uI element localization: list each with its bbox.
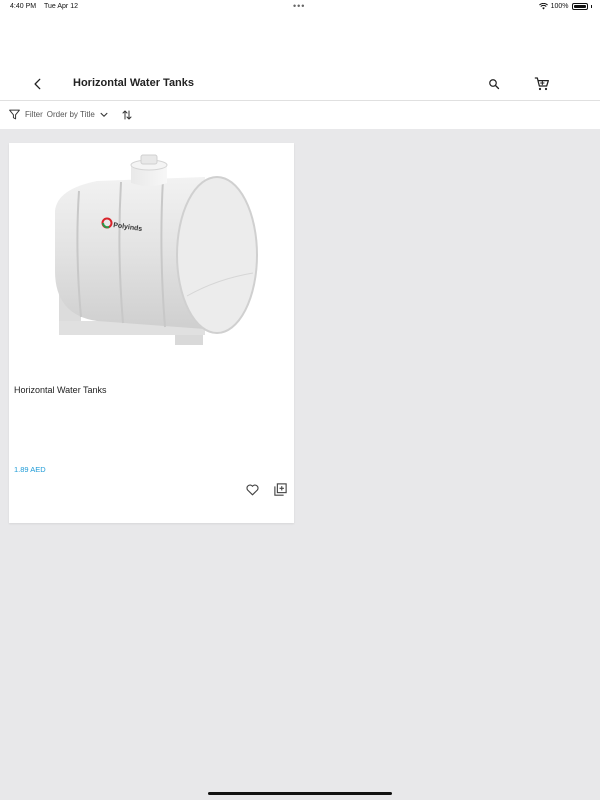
status-right: 100% xyxy=(538,3,592,10)
sort-icon xyxy=(122,110,132,120)
battery-icon xyxy=(571,3,588,10)
product-price: 1.89 AED xyxy=(14,465,46,474)
home-indicator[interactable] xyxy=(208,792,392,795)
compare-button[interactable] xyxy=(272,481,288,497)
order-by-label[interactable]: Order by Title xyxy=(47,110,95,119)
status-date: Tue Apr 12 xyxy=(44,3,78,10)
battery-percent: 100% xyxy=(550,3,569,10)
product-card[interactable]: Polyinds Horizontal Water Tanks 1.89 AED xyxy=(9,143,294,523)
add-to-compare-icon xyxy=(273,482,287,496)
product-image[interactable]: Polyinds xyxy=(37,151,269,383)
product-name[interactable]: Horizontal Water Tanks xyxy=(14,385,107,395)
filter-button[interactable]: Filter Order by Title xyxy=(8,108,109,121)
filter-label: Filter xyxy=(25,110,43,119)
back-button[interactable] xyxy=(28,74,48,94)
filter-bar: Filter Order by Title xyxy=(0,101,600,129)
page-title: Horizontal Water Tanks xyxy=(73,77,195,89)
multitasking-dots-icon[interactable]: ••• xyxy=(293,1,305,11)
chevron-down-icon[interactable] xyxy=(99,110,109,120)
filter-icon xyxy=(9,109,20,120)
water-tank-image: Polyinds xyxy=(55,154,258,345)
battery-nub xyxy=(590,5,592,8)
status-bar: 4:40 PM Tue Apr 12 ••• 100% xyxy=(0,0,600,14)
status-time: 4:40 PM xyxy=(10,3,37,10)
search-button[interactable] xyxy=(484,74,504,94)
wifi-icon xyxy=(538,3,548,10)
cart-icon xyxy=(534,77,549,91)
heart-icon xyxy=(245,483,259,495)
search-icon xyxy=(489,79,500,90)
cart-button[interactable] xyxy=(531,73,553,95)
sort-button[interactable] xyxy=(120,108,134,122)
back-arrow-icon xyxy=(34,78,41,90)
app-header: Horizontal Water Tanks xyxy=(0,14,600,101)
wishlist-button[interactable] xyxy=(244,481,260,497)
